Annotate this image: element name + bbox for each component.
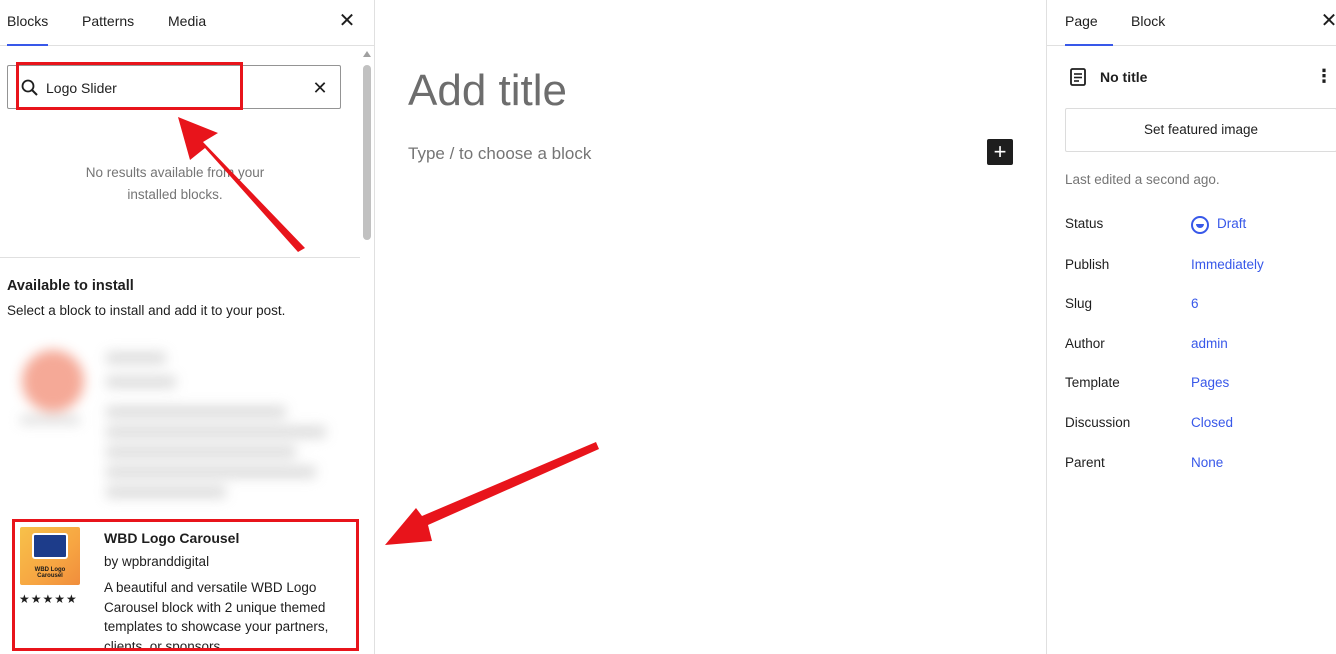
plugin-name: WBD Logo Carousel	[104, 530, 240, 546]
plugin-logo-icon: WBD Logo Carousel	[20, 527, 80, 585]
tab-patterns[interactable]: Patterns	[82, 0, 134, 46]
document-icon	[1070, 68, 1086, 86]
parent-row: Parent None	[1065, 455, 1335, 477]
blurred-line	[106, 426, 326, 438]
add-block-button[interactable]: +	[987, 139, 1013, 165]
available-subtitle: Select a block to install and add it to …	[7, 303, 286, 318]
last-edited-text: Last edited a second ago.	[1065, 172, 1220, 187]
more-options-icon[interactable]: ⋮	[1315, 66, 1333, 88]
scrollbar-thumb[interactable]	[363, 65, 371, 240]
set-featured-image-button[interactable]: Set featured image	[1065, 108, 1336, 152]
tab-blocks[interactable]: Blocks	[7, 0, 49, 46]
plugin-icon-text: WBD Logo Carousel	[34, 567, 66, 579]
status-label: Status	[1065, 216, 1104, 231]
blurred-line	[106, 406, 286, 418]
block-inserter-panel: Blocks Patterns Media ✕ ✕ No results ava…	[0, 0, 375, 654]
author-row: Author admin	[1065, 336, 1335, 358]
search-icon	[21, 79, 38, 96]
divider	[0, 257, 360, 258]
discussion-label: Discussion	[1065, 415, 1131, 430]
block-placeholder[interactable]: Type / to choose a block	[408, 144, 591, 164]
no-results-message: No results available from your installed…	[50, 162, 300, 206]
status-row: Status Draft	[1065, 216, 1335, 238]
editor-window: Blocks Patterns Media ✕ ✕ No results ava…	[0, 0, 1336, 654]
monitor-icon	[32, 533, 68, 559]
blurred-line	[106, 446, 296, 458]
draft-status-icon[interactable]	[1191, 216, 1209, 234]
blurred-plugin-item	[14, 340, 344, 505]
author-value[interactable]: admin	[1191, 336, 1228, 351]
parent-label: Parent	[1065, 455, 1105, 470]
template-value[interactable]: Pages	[1191, 375, 1229, 390]
discussion-value[interactable]: Closed	[1191, 415, 1233, 430]
blurred-line	[106, 486, 226, 498]
slug-label: Slug	[1065, 296, 1093, 311]
publish-label: Publish	[1065, 257, 1110, 272]
search-input[interactable]	[46, 76, 296, 100]
close-icon[interactable]: ✕	[335, 9, 359, 33]
slug-value[interactable]: 6	[1191, 296, 1199, 311]
editor-canvas: Add title Type / to choose a block +	[376, 0, 1046, 654]
block-search: ✕	[7, 65, 341, 109]
rating-stars: ★★★★★	[19, 592, 78, 606]
publish-row: Publish Immediately	[1065, 257, 1335, 279]
plugin-author: by wpbranddigital	[104, 554, 210, 569]
settings-sidebar: Page Block ✕ No title ⋮ Set featured ima…	[1046, 0, 1336, 654]
plugin-description: A beautiful and versatile WBD Logo Carou…	[104, 580, 329, 651]
tab-media[interactable]: Media	[168, 0, 206, 46]
discussion-row: Discussion Closed	[1065, 415, 1335, 437]
inserter-tabs: Blocks Patterns Media ✕	[0, 0, 374, 46]
author-label: Author	[1065, 336, 1105, 351]
tab-block[interactable]: Block	[1131, 0, 1165, 46]
available-title: Available to install	[7, 278, 134, 294]
blurred-line	[106, 352, 166, 364]
publish-value[interactable]: Immediately	[1191, 257, 1264, 272]
slug-row: Slug 6	[1065, 296, 1335, 318]
settings-tabs: Page Block ✕	[1047, 0, 1336, 46]
blurred-line	[106, 466, 316, 478]
plus-icon: +	[993, 139, 1007, 164]
no-results-line: installed blocks.	[127, 187, 223, 202]
close-icon[interactable]: ✕	[1317, 9, 1336, 33]
scroll-up-arrow-icon[interactable]	[363, 51, 371, 57]
blurred-plugin-icon	[22, 350, 84, 412]
clear-icon[interactable]: ✕	[308, 76, 332, 100]
no-results-line: No results available from your	[85, 165, 265, 180]
title-placeholder[interactable]: Add title	[408, 66, 567, 116]
plugin-item-wbd-logo-carousel[interactable]: WBD Logo Carousel ★★★★★ WBD Logo Carouse…	[12, 519, 359, 651]
template-label: Template	[1065, 375, 1120, 390]
document-title: No title	[1100, 69, 1148, 85]
blurred-line	[106, 376, 176, 388]
status-value[interactable]: Draft	[1217, 216, 1246, 231]
parent-value[interactable]: None	[1191, 455, 1223, 470]
blurred-line	[20, 416, 80, 424]
tab-page[interactable]: Page	[1065, 0, 1113, 46]
template-row: Template Pages	[1065, 375, 1335, 397]
